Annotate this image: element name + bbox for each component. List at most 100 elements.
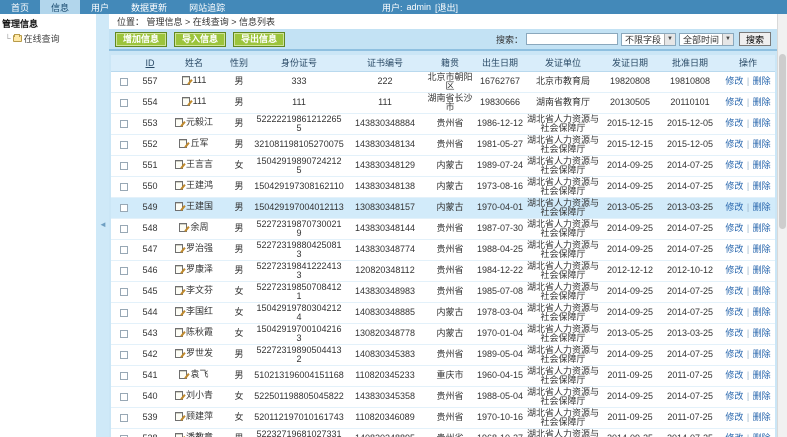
vertical-scrollbar[interactable] (777, 14, 787, 437)
edit-link[interactable]: 修改 (725, 391, 743, 401)
delete-link[interactable]: 删除 (753, 118, 771, 128)
edit-record-icon[interactable] (175, 181, 183, 190)
delete-link[interactable]: 删除 (753, 328, 771, 338)
sidebar-item-online-query[interactable]: └ 在线查询 (0, 32, 96, 45)
cell-name: 王建国 (163, 197, 225, 218)
row-checkbox[interactable] (120, 204, 128, 212)
delete-link[interactable]: 删除 (753, 139, 771, 149)
search-button[interactable]: 搜索 (739, 32, 771, 46)
edit-link[interactable]: 修改 (725, 244, 743, 254)
cell-id: 551 (137, 155, 163, 176)
edit-record-icon[interactable] (175, 286, 183, 295)
row-select-cell (111, 260, 137, 281)
edit-link[interactable]: 修改 (725, 433, 743, 437)
delete-link[interactable]: 删除 (753, 160, 771, 170)
edit-link[interactable]: 修改 (725, 349, 743, 359)
row-checkbox[interactable] (120, 414, 128, 422)
row-checkbox[interactable] (120, 351, 128, 359)
row-checkbox[interactable] (120, 393, 128, 401)
edit-link[interactable]: 修改 (725, 412, 743, 422)
edit-record-icon[interactable] (175, 349, 183, 358)
edit-record-icon[interactable] (175, 307, 183, 316)
delete-link[interactable]: 删除 (753, 307, 771, 317)
delete-link[interactable]: 删除 (753, 412, 771, 422)
row-checkbox[interactable] (120, 309, 128, 317)
cell-name: 元毅江 (163, 113, 225, 134)
edit-link[interactable]: 修改 (725, 160, 743, 170)
edit-record-icon[interactable] (179, 370, 187, 379)
edit-record-icon[interactable] (175, 265, 183, 274)
edit-link[interactable]: 修改 (725, 202, 743, 212)
edit-link[interactable]: 修改 (725, 286, 743, 296)
row-checkbox[interactable] (120, 288, 128, 296)
sidebar-divider-strip: ◄ (96, 14, 109, 437)
cell-issuer: 湖北省人力资源与社会保障厅 (525, 113, 601, 134)
logout-link[interactable]: [退出] (435, 1, 458, 14)
edit-link[interactable]: 修改 (725, 265, 743, 275)
delete-link[interactable]: 删除 (753, 76, 771, 86)
tab-home[interactable]: 首页 (0, 0, 40, 14)
scrollbar-thumb[interactable] (779, 54, 786, 229)
edit-link[interactable]: 修改 (725, 118, 743, 128)
row-checkbox[interactable] (120, 330, 128, 338)
row-checkbox[interactable] (120, 120, 128, 128)
edit-link[interactable]: 修改 (725, 223, 743, 233)
delete-link[interactable]: 删除 (753, 370, 771, 380)
delete-link[interactable]: 删除 (753, 286, 771, 296)
delete-link[interactable]: 删除 (753, 223, 771, 233)
row-checkbox[interactable] (120, 372, 128, 380)
row-checkbox[interactable] (120, 141, 128, 149)
delete-link[interactable]: 删除 (753, 181, 771, 191)
row-checkbox[interactable] (120, 246, 128, 254)
import-button[interactable]: 导入信息 (174, 32, 226, 47)
row-checkbox[interactable] (120, 225, 128, 233)
edit-record-icon[interactable] (175, 412, 183, 421)
edit-record-icon[interactable] (182, 76, 190, 85)
tab-users[interactable]: 用户 (80, 0, 120, 14)
edit-record-icon[interactable] (179, 139, 187, 148)
delete-link[interactable]: 删除 (753, 97, 771, 107)
delete-link[interactable]: 删除 (753, 433, 771, 437)
edit-record-icon[interactable] (175, 391, 183, 400)
name-text: 李国红 (186, 307, 213, 316)
delete-link[interactable]: 删除 (753, 391, 771, 401)
edit-link[interactable]: 修改 (725, 181, 743, 191)
edit-record-icon[interactable] (175, 433, 183, 437)
search-input[interactable] (526, 33, 618, 45)
tab-data-update[interactable]: 数据更新 (120, 0, 178, 14)
tab-site-track[interactable]: 网站追踪 (178, 0, 236, 14)
delete-link[interactable]: 删除 (753, 202, 771, 212)
edit-link[interactable]: 修改 (725, 370, 743, 380)
tab-info[interactable]: 信息 (40, 0, 80, 14)
edit-record-icon[interactable] (175, 244, 183, 253)
edit-record-icon[interactable] (182, 97, 190, 106)
edit-record-icon[interactable] (175, 118, 183, 127)
row-checkbox[interactable] (120, 183, 128, 191)
edit-record-icon[interactable] (179, 223, 187, 232)
delete-link[interactable]: 删除 (753, 265, 771, 275)
edit-link[interactable]: 修改 (725, 139, 743, 149)
edit-link[interactable]: 修改 (725, 328, 743, 338)
edit-link[interactable]: 修改 (725, 307, 743, 317)
edit-record-icon[interactable] (175, 328, 183, 337)
export-button[interactable]: 导出信息 (233, 32, 285, 47)
row-checkbox[interactable] (120, 99, 128, 107)
row-checkbox[interactable] (120, 267, 128, 275)
cell-birth: 1987-07-30 (475, 218, 525, 239)
column-header-0[interactable]: ID (137, 55, 163, 71)
edit-record-icon[interactable] (175, 202, 183, 211)
edit-link[interactable]: 修改 (725, 97, 743, 107)
row-checkbox[interactable] (120, 162, 128, 170)
delete-link[interactable]: 删除 (753, 244, 771, 254)
sidebar-collapse-icon[interactable]: ◄ (99, 220, 107, 229)
cell-origin: 贵州省 (425, 344, 475, 365)
search-field-select[interactable]: 不限字段 ▼ (621, 33, 676, 46)
cell-cert_number: 143830348138 (345, 176, 425, 197)
select-all-header-cell (111, 55, 137, 71)
delete-link[interactable]: 删除 (753, 349, 771, 359)
search-time-select[interactable]: 全部时间 ▼ (679, 33, 734, 46)
edit-record-icon[interactable] (175, 160, 183, 169)
edit-link[interactable]: 修改 (725, 76, 743, 86)
add-button[interactable]: 增加信息 (115, 32, 167, 47)
row-checkbox[interactable] (120, 78, 128, 86)
